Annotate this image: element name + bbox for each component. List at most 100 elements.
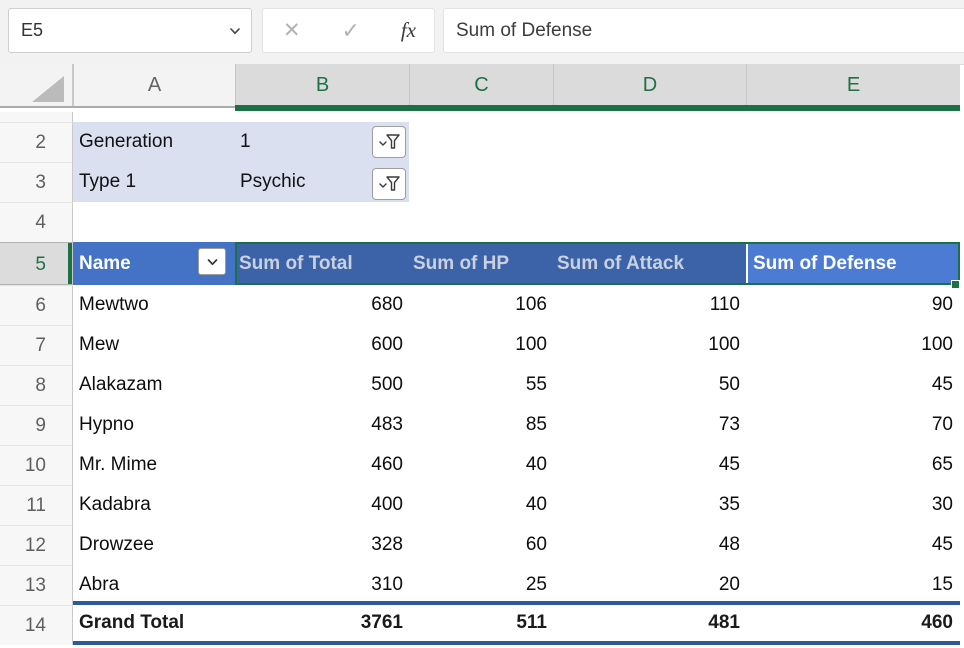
- grand-total-value[interactable]: 481: [553, 605, 746, 641]
- row-header-13[interactable]: 13: [0, 565, 73, 605]
- row-header-2[interactable]: 2: [0, 122, 73, 162]
- pivot-row-value[interactable]: 500: [235, 365, 409, 405]
- pivot-row-value[interactable]: 50: [553, 365, 746, 405]
- pivot-row-value[interactable]: 680: [235, 285, 409, 325]
- row-header-11[interactable]: 11: [0, 485, 73, 525]
- row-header-12[interactable]: 12: [0, 525, 73, 565]
- pivot-row-value[interactable]: 45: [746, 525, 960, 565]
- pivot-row-value[interactable]: 106: [409, 285, 553, 325]
- pivot-row-value[interactable]: 100: [746, 325, 960, 365]
- row-header-14[interactable]: 14: [0, 605, 73, 645]
- pivot-row-value[interactable]: 310: [235, 565, 409, 605]
- pivot-row-value[interactable]: 600: [235, 325, 409, 365]
- cancel-icon[interactable]: ✕: [283, 20, 301, 41]
- pivot-row-value[interactable]: 400: [235, 485, 409, 525]
- pivot-row-name[interactable]: Mew: [73, 325, 235, 365]
- pivot-header-cell[interactable]: Sum of Attack: [553, 242, 746, 285]
- column-header-C[interactable]: C: [409, 64, 553, 106]
- pivot-row-value[interactable]: 110: [553, 285, 746, 325]
- pivot-row-value[interactable]: 30: [746, 485, 960, 525]
- pivot-table-row: Hypno483857370: [73, 405, 960, 445]
- formula-input[interactable]: Sum of Defense: [443, 8, 964, 53]
- pivot-table-row: Drowzee328604845: [73, 525, 960, 565]
- pivot-row-value[interactable]: 328: [235, 525, 409, 565]
- select-all-triangle-icon: [32, 76, 64, 102]
- column-header-A[interactable]: A: [73, 64, 235, 106]
- grand-total-label[interactable]: Grand Total: [73, 605, 235, 641]
- pivot-table-row: Abra310252015: [73, 565, 960, 605]
- pivot-row-value[interactable]: 35: [553, 485, 746, 525]
- filter-value-type1[interactable]: Psychic: [240, 162, 305, 202]
- pivot-row-name[interactable]: Kadabra: [73, 485, 235, 525]
- row-header-6[interactable]: 6: [0, 285, 73, 325]
- pivot-row-value[interactable]: 85: [409, 405, 553, 445]
- pivot-row-name[interactable]: Abra: [73, 565, 235, 605]
- row-number: 12: [0, 526, 46, 565]
- pivot-row-value[interactable]: 45: [746, 365, 960, 405]
- pivot-table-row: Alakazam500555045: [73, 365, 960, 405]
- pivot-row-value[interactable]: 70: [746, 405, 960, 445]
- pivot-row-name[interactable]: Alakazam: [73, 365, 235, 405]
- grand-total-value[interactable]: 3761: [235, 605, 409, 641]
- pivot-row-value[interactable]: 483: [235, 405, 409, 445]
- confirm-icon[interactable]: ✓: [342, 20, 360, 42]
- pivot-row-name[interactable]: Hypno: [73, 405, 235, 445]
- select-all-button[interactable]: [0, 64, 73, 106]
- pivot-row-value[interactable]: 90: [746, 285, 960, 325]
- pivot-row-value[interactable]: 460: [235, 445, 409, 485]
- row-header-10[interactable]: 10: [0, 445, 73, 485]
- pivot-row-value[interactable]: 55: [409, 365, 553, 405]
- pivot-row-value[interactable]: 45: [553, 445, 746, 485]
- grand-total-value[interactable]: 460: [746, 605, 960, 641]
- pivot-row-value[interactable]: 25: [409, 565, 553, 605]
- pivot-header-cell[interactable]: Sum of Defense: [746, 242, 960, 285]
- row-number: 10: [0, 446, 46, 485]
- pivot-row-name[interactable]: Mr. Mime: [73, 445, 235, 485]
- filter-button-generation[interactable]: [372, 126, 406, 158]
- row-header-3[interactable]: 3: [0, 162, 73, 202]
- pivot-row-value[interactable]: 100: [409, 325, 553, 365]
- row-header-8[interactable]: 8: [0, 365, 73, 405]
- row-number: 8: [0, 366, 46, 405]
- pivot-table-row: Mr. Mime460404565: [73, 445, 960, 485]
- filter-value-generation[interactable]: 1: [240, 122, 251, 162]
- name-filter-dropdown[interactable]: [198, 248, 226, 275]
- row-header-5[interactable]: 5: [0, 242, 73, 285]
- pivot-row-value[interactable]: 100: [553, 325, 746, 365]
- column-header-D[interactable]: D: [553, 64, 746, 106]
- pivot-row-value[interactable]: 60: [409, 525, 553, 565]
- row-number: 7: [0, 326, 46, 365]
- selected-columns-underline: [235, 105, 960, 111]
- formula-bar: E5 ✕ ✓ fx Sum of Defense: [0, 0, 964, 65]
- excel-window: E5 ✕ ✓ fx Sum of Defense ABCDE 123456789…: [0, 0, 964, 648]
- pivot-row-value[interactable]: 40: [409, 445, 553, 485]
- pivot-row-value[interactable]: 73: [553, 405, 746, 445]
- row-header-4[interactable]: 4: [0, 202, 73, 242]
- pivot-row-value[interactable]: 65: [746, 445, 960, 485]
- filter-funnel-icon: [378, 134, 400, 151]
- column-header-E[interactable]: E: [746, 64, 960, 106]
- pivot-header-cell[interactable]: Sum of HP: [409, 242, 553, 285]
- pivot-row-value[interactable]: 20: [553, 565, 746, 605]
- filter-button-type1[interactable]: [372, 168, 406, 200]
- row-header-1[interactable]: 1: [0, 112, 73, 122]
- pivot-row-value[interactable]: 48: [553, 525, 746, 565]
- grand-total-value[interactable]: 511: [409, 605, 553, 641]
- row-number: 3: [0, 163, 46, 202]
- chevron-down-icon[interactable]: [229, 25, 241, 37]
- pivot-row-value[interactable]: 15: [746, 565, 960, 605]
- filter-label-generation[interactable]: Generation: [79, 122, 173, 162]
- pivot-row-name[interactable]: Mewtwo: [73, 285, 235, 325]
- cell-reference-box[interactable]: E5: [8, 8, 252, 53]
- row-header-9[interactable]: 9: [0, 405, 73, 445]
- pivot-header-cell[interactable]: Sum of Total: [235, 242, 409, 285]
- pivot-row-value[interactable]: 40: [409, 485, 553, 525]
- pivot-table-row: Mewtwo68010611090: [73, 285, 960, 325]
- row-number: 9: [0, 406, 46, 445]
- row-header-7[interactable]: 7: [0, 325, 73, 365]
- pivot-row-name[interactable]: Drowzee: [73, 525, 235, 565]
- insert-function-icon[interactable]: fx: [401, 20, 416, 41]
- pivot-table-row: Mew600100100100: [73, 325, 960, 365]
- column-header-B[interactable]: B: [235, 64, 409, 106]
- filter-label-type1[interactable]: Type 1: [79, 162, 136, 202]
